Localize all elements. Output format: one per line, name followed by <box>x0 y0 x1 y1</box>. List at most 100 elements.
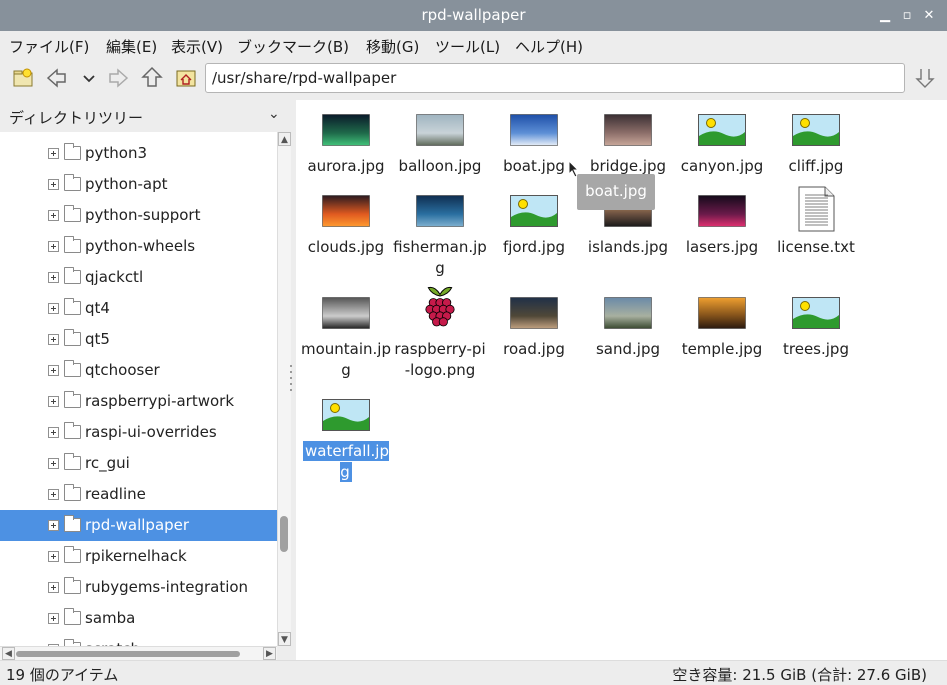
tree-item-qt4[interactable]: qt4 <box>0 293 277 324</box>
menu-tools[interactable]: ツール(L) <box>435 36 500 57</box>
expand-icon[interactable] <box>48 334 59 345</box>
file-item[interactable]: sand.jpg <box>581 295 675 381</box>
file-name-text: canyon.jpg <box>680 157 764 175</box>
file-item[interactable]: lasers.jpg <box>675 193 769 279</box>
file-item[interactable]: license.txt <box>769 186 863 279</box>
scroll-right-icon[interactable]: ▶ <box>263 647 276 660</box>
expand-icon[interactable] <box>48 520 59 531</box>
file-item[interactable]: waterfall.jpg <box>299 397 393 483</box>
tree-item-rubygems-integration[interactable]: rubygems-integration <box>0 572 277 603</box>
expand-icon[interactable] <box>48 303 59 314</box>
tree-horizontal-scrollbar[interactable]: ◀ ▶ <box>0 646 277 660</box>
folder-icon <box>64 608 81 625</box>
tree-item-rc_gui[interactable]: rc_gui <box>0 448 277 479</box>
tree-item-readline[interactable]: readline <box>0 479 277 510</box>
expand-icon[interactable] <box>48 613 59 624</box>
file-name-text: fjord.jpg <box>502 238 566 256</box>
file-name: raspberry-pi-logo.png <box>393 339 487 381</box>
menu-edit[interactable]: 編集(E) <box>106 36 157 57</box>
scroll-down-icon[interactable]: ▼ <box>278 632 291 646</box>
menu-bookmarks[interactable]: ブックマーク(B) <box>237 36 349 57</box>
tree-item-label: python-apt <box>85 175 168 193</box>
tree-item-rpd-wallpaper[interactable]: rpd-wallpaper <box>0 510 277 541</box>
expand-icon[interactable] <box>48 210 59 221</box>
file-item[interactable]: trees.jpg <box>769 295 863 381</box>
status-bar: 19 個のアイテム 空き容量: 21.5 GiB (合計: 27.6 GiB) <box>0 660 947 685</box>
text-file-icon <box>796 186 836 232</box>
back-icon[interactable] <box>44 65 70 91</box>
file-item[interactable]: clouds.jpg <box>299 193 393 279</box>
go-icon[interactable] <box>912 65 938 91</box>
expand-icon[interactable] <box>48 365 59 376</box>
new-tab-icon[interactable] <box>10 65 36 91</box>
path-input[interactable] <box>205 63 905 93</box>
expand-icon[interactable] <box>48 396 59 407</box>
menu-go[interactable]: 移動(G) <box>366 36 419 57</box>
tree-item-raspi-ui-overrides[interactable]: raspi-ui-overrides <box>0 417 277 448</box>
tree-item-raspberrypi-artwork[interactable]: raspberrypi-artwork <box>0 386 277 417</box>
expand-icon[interactable] <box>48 272 59 283</box>
expand-icon[interactable] <box>48 148 59 159</box>
tree-item-qjackctl[interactable]: qjackctl <box>0 262 277 293</box>
expand-icon[interactable] <box>48 582 59 593</box>
close-icon[interactable]: ✕ <box>919 6 939 26</box>
tree-item-python-apt[interactable]: python-apt <box>0 169 277 200</box>
folder-icon <box>64 174 81 191</box>
maximize-icon[interactable]: ▫ <box>897 6 917 26</box>
file-item[interactable]: aurora.jpg <box>299 112 393 198</box>
tree-item-qt5[interactable]: qt5 <box>0 324 277 355</box>
minimize-icon[interactable]: ▁ <box>875 6 895 26</box>
file-name: cliff.jpg <box>769 156 863 177</box>
expand-icon[interactable] <box>48 458 59 469</box>
tree-item-label: rpikernelhack <box>85 547 187 565</box>
tree-item-label: qt5 <box>85 330 110 348</box>
image-thumbnail-icon <box>322 399 370 431</box>
expand-icon[interactable] <box>48 179 59 190</box>
file-item[interactable]: road.jpg <box>487 295 581 381</box>
pane-splitter[interactable] <box>290 365 293 393</box>
raspberry-pi-logo-icon <box>420 283 460 329</box>
image-thumbnail-icon <box>510 297 558 329</box>
file-name: islands.jpg <box>581 237 675 258</box>
file-item[interactable]: balloon.jpg <box>393 112 487 198</box>
expand-icon[interactable] <box>48 489 59 500</box>
file-item[interactable]: fjord.jpg <box>487 193 581 279</box>
image-thumbnail-icon <box>510 114 558 146</box>
scrollbar-thumb[interactable] <box>280 516 288 552</box>
scroll-up-icon[interactable]: ▲ <box>278 132 291 146</box>
tree-item-label: samba <box>85 609 136 627</box>
file-item[interactable]: canyon.jpg <box>675 112 769 198</box>
scroll-left-icon[interactable]: ◀ <box>2 647 15 660</box>
expand-icon[interactable] <box>48 241 59 252</box>
file-item[interactable]: boat.jpg <box>487 112 581 198</box>
home-icon[interactable] <box>173 65 199 91</box>
tree-item-python-wheels[interactable]: python-wheels <box>0 231 277 262</box>
tree-item-python3[interactable]: python3 <box>0 138 277 169</box>
tree-item-scratch[interactable]: scratch <box>0 634 277 646</box>
tree-item-rpikernelhack[interactable]: rpikernelhack <box>0 541 277 572</box>
menu-view[interactable]: 表示(V) <box>171 36 223 57</box>
file-item[interactable]: mountain.jpg <box>299 295 393 381</box>
file-name-text: fisherman.jpg <box>393 238 487 277</box>
expand-icon[interactable] <box>48 427 59 438</box>
up-icon[interactable] <box>139 65 165 91</box>
tree-vertical-scrollbar[interactable]: ▲ ▼ <box>277 132 291 646</box>
tree-item-python-support[interactable]: python-support <box>0 200 277 231</box>
file-item[interactable]: temple.jpg <box>675 295 769 381</box>
tree-item-qtchooser[interactable]: qtchooser <box>0 355 277 386</box>
scrollbar-thumb[interactable] <box>16 651 240 657</box>
history-dropdown-icon[interactable] <box>76 65 96 91</box>
forward-icon[interactable] <box>105 65 131 91</box>
file-item[interactable]: raspberry-pi-logo.png <box>393 286 487 381</box>
tree-item-samba[interactable]: samba <box>0 603 277 634</box>
tree-item-label: qjackctl <box>85 268 144 286</box>
tree-item-label: python3 <box>85 144 148 162</box>
menu-file[interactable]: ファイル(F) <box>9 36 89 57</box>
image-thumbnail-icon <box>604 297 652 329</box>
menu-help[interactable]: ヘルプ(H) <box>515 36 583 57</box>
chevron-down-icon[interactable]: ⌄ <box>268 106 280 122</box>
file-name: temple.jpg <box>675 339 769 360</box>
file-item[interactable]: fisherman.jpg <box>393 193 487 279</box>
sidebar-header[interactable]: ディレクトリツリー ⌄ <box>0 100 292 132</box>
expand-icon[interactable] <box>48 551 59 562</box>
